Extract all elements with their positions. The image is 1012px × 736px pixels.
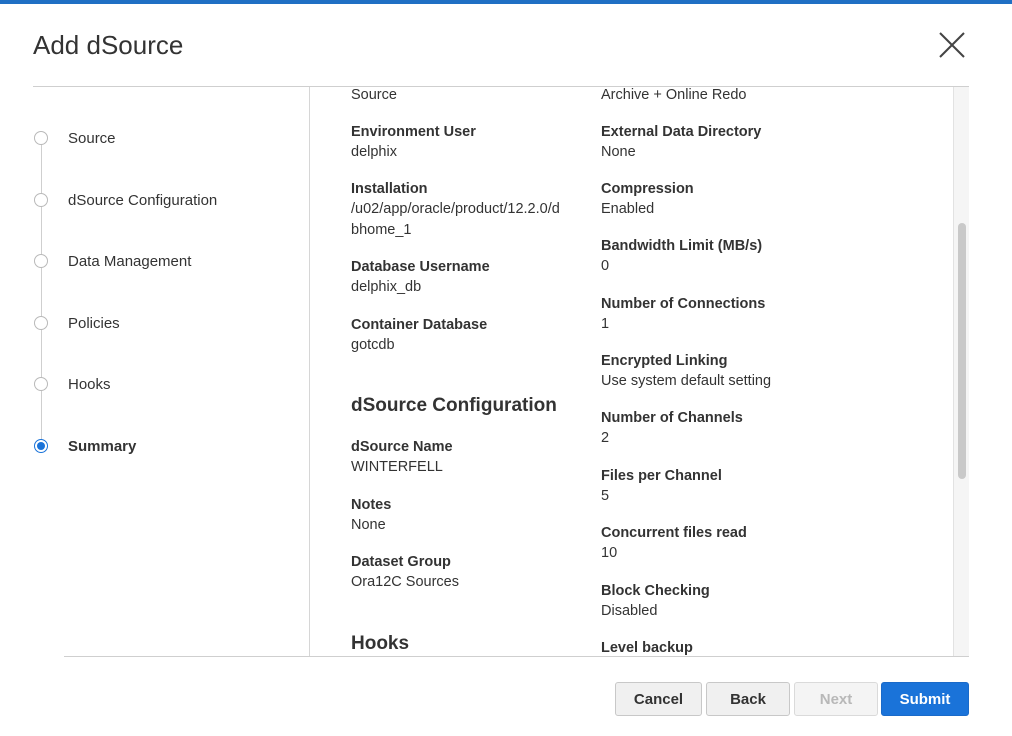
field-value: 10: [601, 545, 618, 561]
field-value: Archive + Online Redo: [601, 87, 747, 103]
field-label: Installation: [351, 181, 428, 197]
step-radio-icon: [34, 131, 48, 145]
step-summary[interactable]: Summary: [34, 435, 136, 457]
summary-field-environment-user: Environment User delphix: [351, 122, 476, 163]
steps-connector-line: [41, 139, 42, 445]
field-value: /u02/app/oracle/product/12.2.0/d: [351, 201, 560, 217]
field-label: Files per Channel: [601, 468, 722, 484]
field-label: Bandwidth Limit (MB/s): [601, 238, 763, 254]
summary-field-log-sync-mode: Archive + Online Redo: [601, 87, 746, 106]
field-value: None: [601, 144, 636, 160]
step-dsource-configuration[interactable]: dSource Configuration: [34, 189, 217, 211]
field-label: Database Username: [351, 259, 490, 275]
step-label: Policies: [68, 314, 120, 332]
field-value: 5: [601, 488, 610, 504]
field-label: dSource Name: [351, 439, 453, 455]
field-value: None: [351, 517, 386, 533]
summary-field-source: Source: [351, 87, 397, 106]
summary-field-installation: Installation /u02/app/oracle/product/12.…: [351, 179, 560, 241]
field-value: gotcdb: [351, 337, 395, 353]
summary-field-dsource-name: dSource Name WINTERFELL: [351, 437, 453, 478]
section-heading-hooks: Hooks: [351, 633, 410, 654]
field-label: Number of Channels: [601, 410, 743, 426]
wizard-steps: Source dSource Configuration Data Manage…: [0, 87, 309, 656]
field-label: Block Checking: [601, 583, 710, 599]
field-label: Number of Connections: [601, 296, 766, 312]
field-label: Container Database: [351, 317, 488, 333]
field-label: Level backup: [601, 640, 693, 656]
close-icon[interactable]: [936, 29, 968, 61]
step-radio-selected-icon: [34, 439, 48, 453]
step-source[interactable]: Source: [34, 127, 116, 149]
summary-field-number-of-channels: Number of Channels 2: [601, 408, 743, 449]
step-radio-icon: [34, 377, 48, 391]
field-value: delphix_db: [351, 279, 422, 295]
field-label: Dataset Group: [351, 554, 451, 570]
step-data-management[interactable]: Data Management: [34, 250, 191, 272]
step-hooks[interactable]: Hooks: [34, 373, 111, 395]
summary-field-dataset-group: Dataset Group Ora12C Sources: [351, 552, 459, 593]
summary-field-notes: Notes None: [351, 495, 391, 536]
next-button[interactable]: Next: [794, 682, 878, 716]
summary-field-encrypted-linking: Encrypted Linking Use system default set…: [601, 351, 771, 392]
summary-field-number-of-connections: Number of Connections 1: [601, 294, 765, 335]
submit-button[interactable]: Submit: [881, 682, 969, 716]
field-value: Use system default setting: [601, 373, 772, 389]
top-accent-bar: [0, 0, 1012, 4]
field-label: Environment User: [351, 124, 476, 140]
summary-field-external-data-directory: External Data Directory None: [601, 122, 761, 163]
field-value: WINTERFELL: [351, 459, 443, 475]
field-label: External Data Directory: [601, 124, 762, 140]
summary-panel: Source Environment User delphix Installa…: [310, 87, 953, 656]
field-value: Ora12C Sources: [351, 574, 459, 590]
field-label: Compression: [601, 181, 694, 197]
field-value: delphix: [351, 144, 397, 160]
field-value: bhome_1: [351, 222, 412, 238]
step-label: Summary: [68, 437, 137, 455]
step-label: Source: [68, 129, 116, 147]
dialog-title: Add dSource: [33, 30, 184, 60]
step-label: Hooks: [68, 375, 111, 393]
summary-field-block-checking: Block Checking Disabled: [601, 581, 710, 622]
section-heading-dsource-configuration: dSource Configuration: [351, 395, 557, 416]
field-value: 0: [601, 258, 610, 274]
field-value: Source: [351, 87, 397, 103]
cancel-button[interactable]: Cancel: [615, 682, 702, 716]
summary-field-files-per-channel: Files per Channel 5: [601, 466, 722, 507]
summary-field-bandwidth-limit: Bandwidth Limit (MB/s) 0: [601, 236, 762, 277]
step-policies[interactable]: Policies: [34, 312, 120, 334]
field-value: Enabled: [601, 201, 655, 217]
step-radio-icon: [34, 316, 48, 330]
step-radio-icon: [34, 254, 48, 268]
field-value: 1: [601, 316, 610, 332]
field-value: Disabled: [601, 603, 658, 619]
step-radio-icon: [34, 193, 48, 207]
summary-field-database-username: Database Username delphix_db: [351, 257, 490, 298]
footer-divider: [64, 656, 969, 657]
field-label: Notes: [351, 497, 392, 513]
field-label: Encrypted Linking: [601, 353, 728, 369]
scrollbar-thumb[interactable]: [958, 223, 966, 479]
summary-field-concurrent-files-read: Concurrent files read 10: [601, 523, 747, 564]
back-button[interactable]: Back: [706, 682, 790, 716]
summary-field-level-backup: Level backup: [601, 638, 693, 656]
step-label: Data Management: [68, 252, 192, 270]
field-value: 2: [601, 430, 610, 446]
step-label: dSource Configuration: [68, 191, 218, 209]
summary-field-compression: Compression Enabled: [601, 179, 694, 220]
summary-field-container-database: Container Database gotcdb: [351, 315, 487, 356]
field-label: Concurrent files read: [601, 525, 747, 541]
